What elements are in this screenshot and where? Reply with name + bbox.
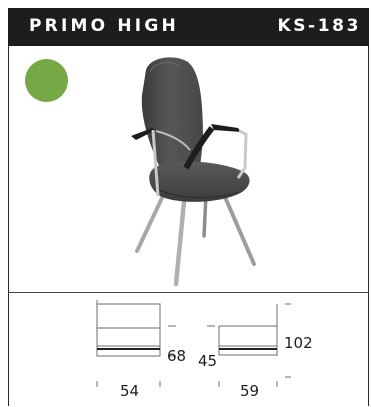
depth-label: 59 <box>240 382 260 400</box>
seat-depth-label: 45 <box>198 352 218 370</box>
width-label: 54 <box>120 382 140 400</box>
seat-height-label: 68 <box>167 347 187 365</box>
total-height-label: 102 <box>284 334 313 352</box>
dimension-drawing <box>96 300 291 387</box>
